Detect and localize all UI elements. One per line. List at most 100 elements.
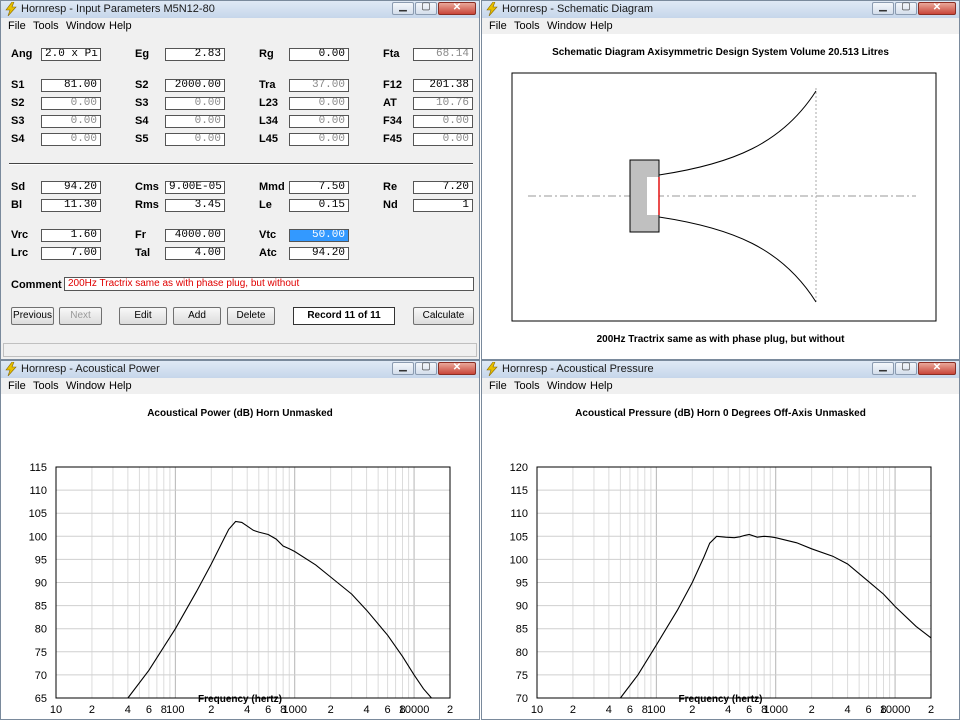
param-label: Rg [259,48,274,60]
param-field[interactable]: 7.20 [413,181,473,194]
power-x-axis-label: Frequency (hertz) [198,694,282,705]
close-button[interactable]: ✕ [918,362,956,375]
minimize-icon: ▁ [879,1,887,12]
param-field[interactable]: 0.00 [289,115,349,128]
param-label: L45 [259,133,278,145]
minimize-button[interactable]: ▁ [872,1,894,15]
pressure-x-tick-label: 10000 [880,704,911,716]
title-bar[interactable]: Hornresp - Schematic Diagram ▁ ▢ ✕ [482,1,959,19]
minimize-button[interactable]: ▁ [392,1,414,15]
pressure-x-tick-label: 2 [570,704,576,716]
menu-file[interactable]: File [8,380,26,392]
param-field[interactable]: 10.76 [413,97,473,110]
param-field[interactable]: 0.00 [413,115,473,128]
menu-bar: File Tools Window Help [482,18,959,34]
power-y-tick-label: 90 [35,578,47,590]
param-label: Fr [135,229,146,241]
menu-help[interactable]: Help [109,20,132,32]
param-field[interactable]: 0.00 [41,115,101,128]
param-label: Cms [135,181,159,193]
param-label: F12 [383,79,402,91]
param-field[interactable]: 9.00E-05 [165,181,225,194]
menu-window[interactable]: Window [66,20,105,32]
menu-window[interactable]: Window [66,380,105,392]
menu-tools[interactable]: Tools [33,380,59,392]
menu-window[interactable]: Window [547,20,586,32]
param-field[interactable]: 0.00 [41,97,101,110]
close-button[interactable]: ✕ [438,362,476,375]
menu-file[interactable]: File [489,20,507,32]
menu-tools[interactable]: Tools [514,380,540,392]
minimize-button[interactable]: ▁ [392,361,414,375]
param-field[interactable]: 50.00 [289,229,349,242]
param-field[interactable]: 1.60 [41,229,101,242]
param-field[interactable]: 3.45 [165,199,225,212]
pressure-y-tick-label: 100 [510,554,528,566]
param-field[interactable]: 94.20 [41,181,101,194]
param-field[interactable]: 0.00 [41,133,101,146]
param-field[interactable]: 7.50 [289,181,349,194]
pressure-x-tick-label: 4 [606,704,612,716]
menu-window[interactable]: Window [547,380,586,392]
title-bar[interactable]: Hornresp - Acoustical Power ▁ ▢ ✕ [1,361,479,379]
param-field[interactable]: 0.00 [413,133,473,146]
input-parameters-window: Hornresp - Input Parameters M5N12-80 ▁ ▢ ✕… [0,0,480,360]
driver-cavity [647,177,659,215]
maximize-button[interactable]: ▢ [895,1,917,15]
close-button[interactable]: ✕ [438,2,476,15]
param-field[interactable]: 0.15 [289,199,349,212]
param-field[interactable]: 81.00 [41,79,101,92]
menu-file[interactable]: File [8,20,26,32]
power-y-tick-label: 110 [29,485,47,497]
param-field[interactable]: 0.00 [165,133,225,146]
param-field[interactable]: 68.14 [413,48,473,61]
param-field[interactable]: 0.00 [165,97,225,110]
power-x-tick-label: 10000 [399,704,430,716]
menu-file[interactable]: File [489,380,507,392]
param-field[interactable]: 201.38 [413,79,473,92]
menu-help[interactable]: Help [109,380,132,392]
maximize-button[interactable]: ▢ [415,1,437,15]
add-button[interactable]: Add [173,307,221,325]
menu-help[interactable]: Help [590,380,613,392]
param-label: S2 [11,97,25,109]
title-bar[interactable]: Hornresp - Acoustical Pressure ▁ ▢ ✕ [482,361,959,379]
param-field[interactable]: 1 [413,199,473,212]
param-label: Fta [383,48,400,60]
menu-tools[interactable]: Tools [33,20,59,32]
power-x-tick-label: 2 [208,704,214,716]
param-field[interactable]: 0.00 [289,48,349,61]
param-label: S2 [135,79,149,91]
param-field[interactable]: 0.00 [289,97,349,110]
pressure-x-tick-label: 6 [627,704,633,716]
param-field[interactable]: 94.20 [289,247,349,260]
param-field[interactable]: 37.00 [289,79,349,92]
param-field[interactable]: 7.00 [41,247,101,260]
schematic-frame [511,72,937,322]
maximize-button[interactable]: ▢ [895,361,917,375]
menu-help[interactable]: Help [590,20,613,32]
next-button[interactable]: Next [59,307,102,325]
menu-bar: File Tools Window Help [1,378,479,394]
param-label: AT [383,97,397,109]
horn-schematic [511,72,937,322]
param-field[interactable]: 2.83 [165,48,225,61]
param-field[interactable]: 11.30 [41,199,101,212]
delete-button[interactable]: Delete [227,307,275,325]
param-field[interactable]: 4.00 [165,247,225,260]
comment-field[interactable]: 200Hz Tractrix same as with phase plug, … [64,277,474,291]
calculate-button[interactable]: Calculate [413,307,474,325]
power-x-tick-label: 100 [166,704,184,716]
param-field[interactable]: 0.00 [289,133,349,146]
param-field[interactable]: 0.00 [165,115,225,128]
param-field[interactable]: 4000.00 [165,229,225,242]
maximize-button[interactable]: ▢ [415,361,437,375]
minimize-button[interactable]: ▁ [872,361,894,375]
param-field[interactable]: 2.0 x Pi [41,48,101,61]
edit-button[interactable]: Edit [119,307,167,325]
menu-tools[interactable]: Tools [514,20,540,32]
title-bar[interactable]: Hornresp - Input Parameters M5N12-80 ▁ ▢ ✕ [1,1,479,19]
previous-button[interactable]: Previous [11,307,54,325]
param-field[interactable]: 2000.00 [165,79,225,92]
close-button[interactable]: ✕ [918,2,956,15]
